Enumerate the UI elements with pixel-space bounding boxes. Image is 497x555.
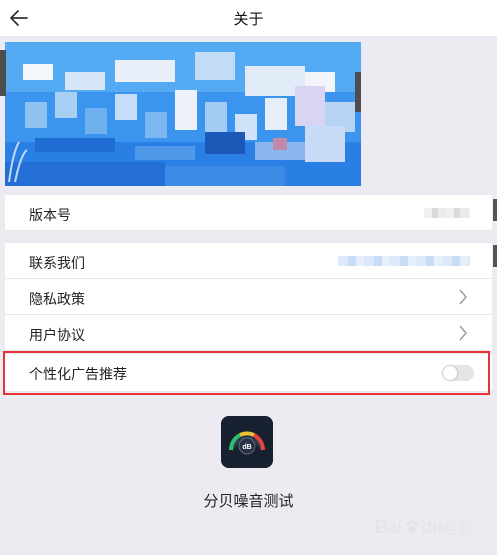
edge-mark-left [0,50,6,96]
user-agreement-label: 用户协议 [29,327,85,343]
app-icon-text: dB [242,444,251,451]
page-title: 关于 [233,11,264,28]
contact-row[interactable]: 联系我们 [5,243,492,279]
personalized-ads-toggle[interactable] [442,365,474,381]
watermark-brand-end: du [421,516,444,537]
decibel-gauge-icon: dB [221,416,273,468]
chevron-right-icon [459,325,467,341]
baidu-watermark: Bai du 经验 [375,511,475,543]
privacy-policy-row[interactable]: 隐私政策 [5,279,492,315]
watermark-suffix: 经验 [442,521,475,538]
privacy-policy-label: 隐私政策 [29,291,85,307]
banner-image [5,42,361,186]
paw-icon [405,520,418,534]
app-icon: dB [221,416,273,468]
contact-value [338,256,470,266]
edge-mark [493,245,497,267]
personalized-ads-label: 个性化广告推荐 [29,366,127,382]
personalized-ads-row: 个性化广告推荐 [5,354,492,392]
user-agreement-row[interactable]: 用户协议 [5,315,492,351]
version-value [424,208,470,218]
chevron-right-icon [459,289,467,305]
version-row: 版本号 [5,195,492,231]
top-bar: 关于 [0,0,497,36]
edge-mark [493,199,497,221]
toggle-knob [443,366,457,380]
watermark-brand: Bai [375,516,402,537]
version-label: 版本号 [29,207,71,223]
contact-label: 联系我们 [29,255,85,271]
app-name: 分贝噪音测试 [203,493,294,510]
edge-mark-right [355,72,361,112]
